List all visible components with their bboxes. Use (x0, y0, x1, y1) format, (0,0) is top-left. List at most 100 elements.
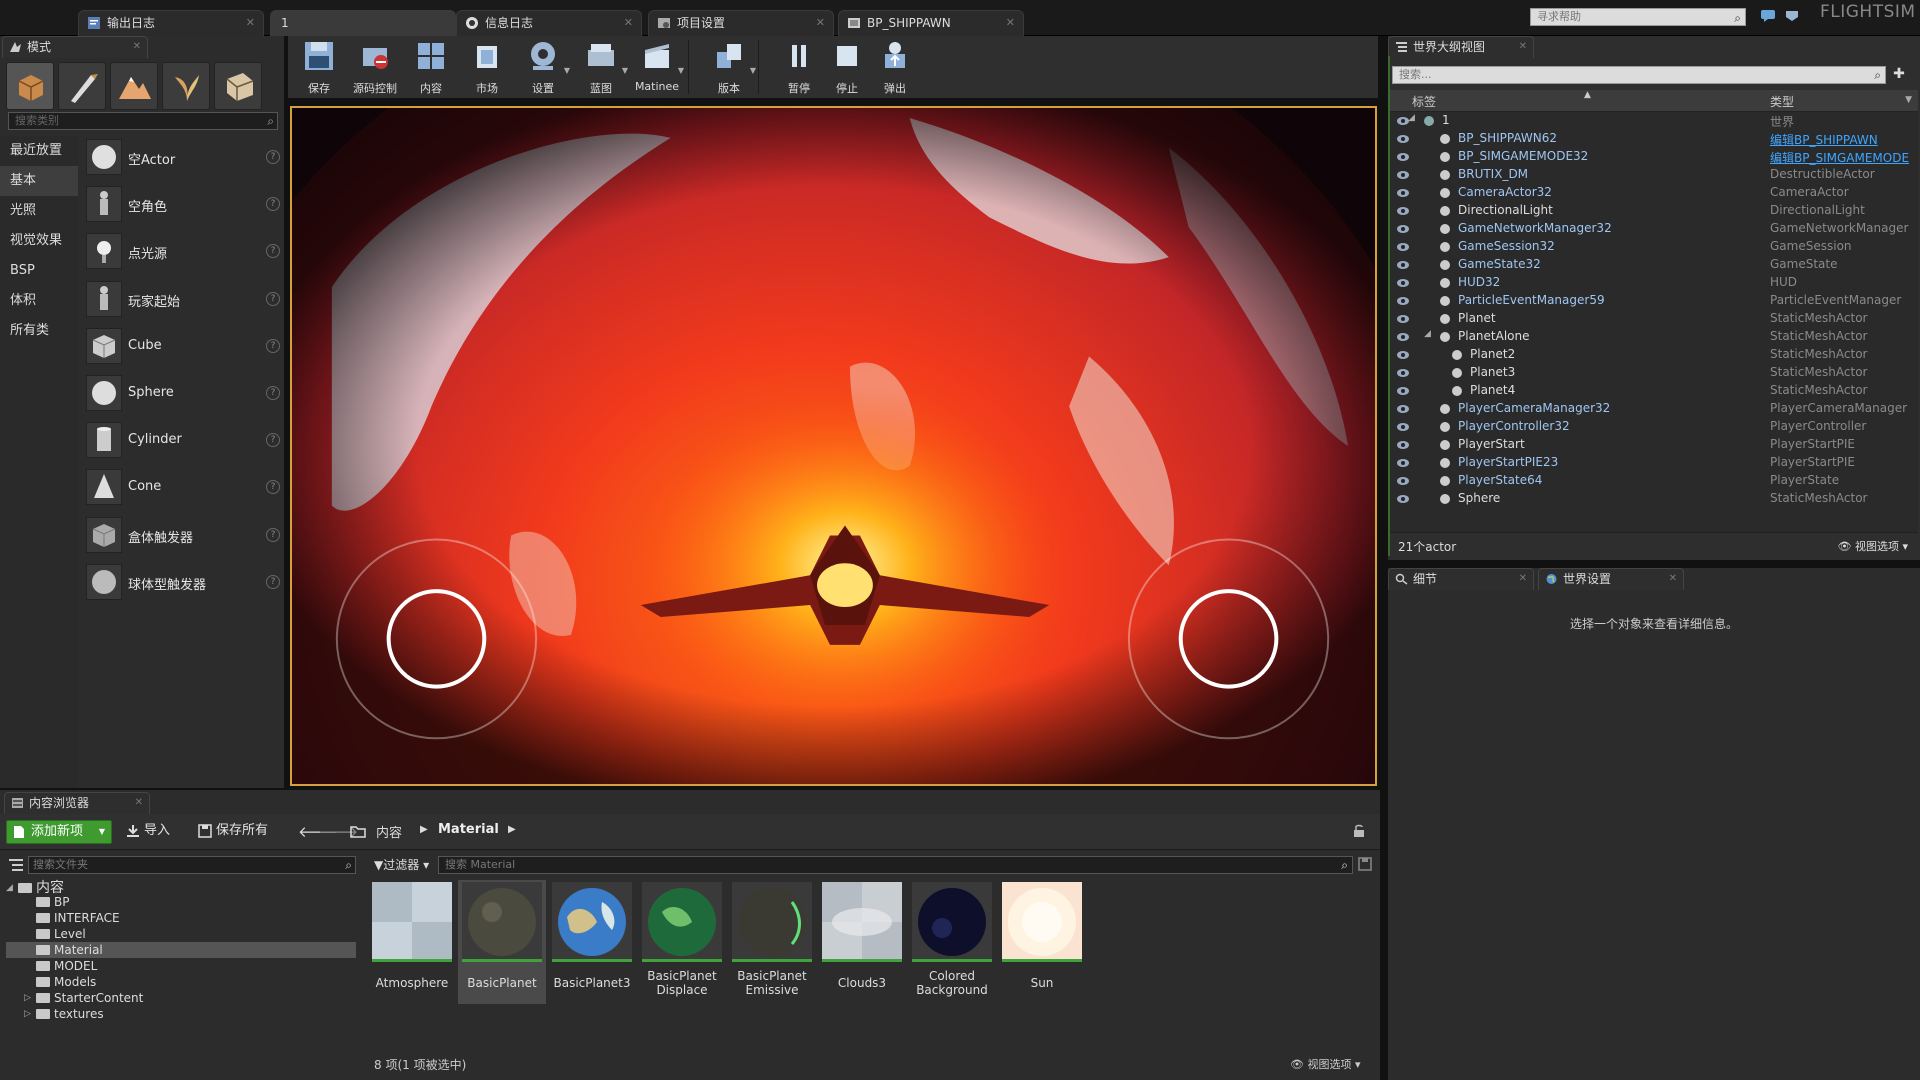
tab-content-browser[interactable]: 内容浏览器 ✕ (4, 792, 150, 814)
visibility-eye-icon[interactable] (1396, 366, 1410, 380)
category-item[interactable]: 最近放置 (0, 136, 78, 166)
tab-message-log[interactable]: 信息日志 ✕ (456, 10, 642, 36)
help-icon[interactable]: ? (266, 150, 280, 164)
place-mode-button[interactable] (6, 62, 54, 110)
visibility-eye-icon[interactable] (1396, 330, 1410, 344)
tab-details[interactable]: 细节 ✕ (1388, 568, 1534, 590)
expand-arrow-icon[interactable]: ◢ (1408, 113, 1415, 123)
toolbar-marketplace-button[interactable]: 市场 (458, 38, 516, 96)
tab-output-log[interactable]: 输出日志 ✕ (78, 10, 264, 36)
lock-icon[interactable] (1352, 824, 1366, 838)
landscape-mode-button[interactable] (110, 62, 158, 110)
placeable-item[interactable]: 球体型触发器? (80, 561, 280, 607)
add-folder-icon[interactable]: ✚ (1889, 66, 1909, 84)
paint-mode-button[interactable] (58, 62, 106, 110)
placeable-item[interactable]: 空Actor? (80, 136, 280, 182)
close-icon[interactable]: ✕ (816, 11, 825, 35)
toolbar-content-button[interactable]: 内容 (402, 38, 460, 96)
outliner-row[interactable]: GameSession32 GameSession (1390, 238, 1918, 256)
visibility-eye-icon[interactable] (1396, 222, 1410, 236)
close-icon[interactable]: ✕ (1519, 569, 1527, 589)
outliner-search-input[interactable]: 搜索... ⌕ (1392, 66, 1886, 84)
visibility-eye-icon[interactable] (1396, 294, 1410, 308)
asset-tile[interactable]: BasicPlanet (458, 880, 546, 1004)
placeable-item[interactable]: Cylinder? (80, 419, 280, 465)
level-viewport[interactable] (290, 106, 1377, 786)
visibility-eye-icon[interactable] (1396, 402, 1410, 416)
outliner-row[interactable]: Planet4 StaticMeshActor (1390, 382, 1918, 400)
asset-view-options-button[interactable]: 👁 视图选项 ▾ (1290, 1056, 1361, 1072)
asset-tile[interactable]: Colored Background (908, 880, 996, 1004)
close-icon[interactable]: ✕ (1006, 11, 1015, 35)
asset-tile[interactable]: BasicPlanet Displace (638, 880, 726, 1004)
toolbar-blueprint-button[interactable]: 蓝图 ▼ (572, 38, 630, 96)
sources-panel-toggle-icon[interactable] (8, 857, 24, 873)
outliner-row[interactable]: Planet StaticMeshActor (1390, 310, 1918, 328)
folder-tree-item[interactable]: BP (36, 894, 69, 910)
visibility-eye-icon[interactable] (1396, 456, 1410, 470)
folder-tree-item[interactable]: Material (6, 942, 356, 958)
visibility-eye-icon[interactable] (1396, 150, 1410, 164)
category-item[interactable]: 视觉效果 (0, 226, 78, 256)
outliner-row[interactable]: ParticleEventManager59 ParticleEventManag… (1390, 292, 1918, 310)
visibility-eye-icon[interactable] (1396, 132, 1410, 146)
toolbar-matinee-button[interactable]: Matinee ▼ (628, 38, 686, 96)
help-icon[interactable]: ? (266, 197, 280, 212)
folder-tree-item[interactable]: Level (36, 926, 86, 942)
outliner-row[interactable]: Planet2 StaticMeshActor (1390, 346, 1918, 364)
expand-arrow-icon[interactable]: ◢ (1424, 329, 1431, 339)
help-icon[interactable]: ? (266, 480, 280, 495)
asset-tile[interactable]: Atmosphere (368, 880, 456, 1004)
folder-search-input[interactable]: 搜索文件夹 ⌕ (28, 856, 356, 874)
close-icon[interactable]: ✕ (1669, 569, 1677, 589)
help-icon[interactable]: ? (266, 574, 280, 589)
save-search-icon[interactable] (1358, 857, 1372, 871)
visibility-eye-icon[interactable] (1396, 420, 1410, 434)
close-icon[interactable]: ✕ (624, 11, 633, 35)
placeable-item[interactable]: Cone? (80, 466, 280, 512)
category-item[interactable]: 所有类 (0, 316, 78, 346)
foliage-mode-button[interactable] (162, 62, 210, 110)
visibility-eye-icon[interactable] (1396, 204, 1410, 218)
visibility-eye-icon[interactable] (1396, 168, 1410, 182)
help-icon[interactable]: ? (266, 338, 280, 353)
toolbar-source-control-button[interactable]: 源码控制 (346, 38, 404, 96)
visibility-eye-icon[interactable] (1396, 312, 1410, 326)
folder-tree-item[interactable]: ▷ textures (24, 1006, 104, 1022)
visibility-eye-icon[interactable] (1396, 276, 1410, 290)
geometry-mode-button[interactable] (214, 62, 262, 110)
notification-icon[interactable] (1784, 9, 1800, 23)
visibility-eye-icon[interactable] (1396, 258, 1410, 272)
outliner-row[interactable]: ◢ 1 世界 (1390, 112, 1918, 130)
asset-tile[interactable]: BasicPlanet3 (548, 880, 636, 1004)
outliner-row[interactable]: GameNetworkManager32 GameNetworkManager (1390, 220, 1918, 238)
help-icon[interactable]: ? (266, 291, 280, 306)
breadcrumb-content[interactable]: 内容 (376, 822, 402, 841)
folder-tree-item[interactable]: Models (36, 974, 96, 990)
help-icon[interactable]: ? (266, 433, 280, 448)
close-icon[interactable]: ✕ (135, 793, 143, 813)
outliner-row[interactable]: DirectionalLight DirectionalLight (1390, 202, 1918, 220)
outliner-row[interactable]: Planet3 StaticMeshActor (1390, 364, 1918, 382)
category-item[interactable]: 基本 (0, 166, 78, 196)
close-icon[interactable]: ✕ (1519, 37, 1527, 57)
visibility-eye-icon[interactable] (1396, 186, 1410, 200)
breadcrumb-separator-icon[interactable]: ▶ (508, 824, 516, 835)
toolbar-settings-button[interactable]: 设置 ▼ (514, 38, 572, 96)
outliner-row[interactable]: PlayerStartPIE23 PlayerStartPIE (1390, 454, 1918, 472)
edit-blueprint-link[interactable]: 编辑BP_SHIPPAWN (1770, 131, 1878, 148)
filters-button[interactable]: ▼过滤器 ▾ (370, 856, 434, 874)
column-label[interactable]: 标签 (1412, 93, 1436, 110)
help-icon[interactable]: ? (266, 527, 280, 542)
asset-tile[interactable]: Clouds3 (818, 880, 906, 1004)
outliner-row[interactable]: PlayerCameraManager32 PlayerCameraManager (1390, 400, 1918, 418)
outliner-row[interactable]: GameState32 GameState (1390, 256, 1918, 274)
visibility-eye-icon[interactable] (1396, 438, 1410, 452)
placeable-item[interactable]: Cube? (80, 325, 280, 371)
chevron-down-icon[interactable]: ▼ (1905, 95, 1912, 105)
chevron-down-icon[interactable]: ▼ (678, 66, 684, 75)
tab-world-settings[interactable]: 世界设置 ✕ (1538, 568, 1684, 590)
help-icon[interactable]: ? (266, 244, 280, 259)
outliner-row[interactable]: ◢ PlanetAlone StaticMeshActor (1390, 328, 1918, 346)
visibility-eye-icon[interactable] (1396, 240, 1410, 254)
